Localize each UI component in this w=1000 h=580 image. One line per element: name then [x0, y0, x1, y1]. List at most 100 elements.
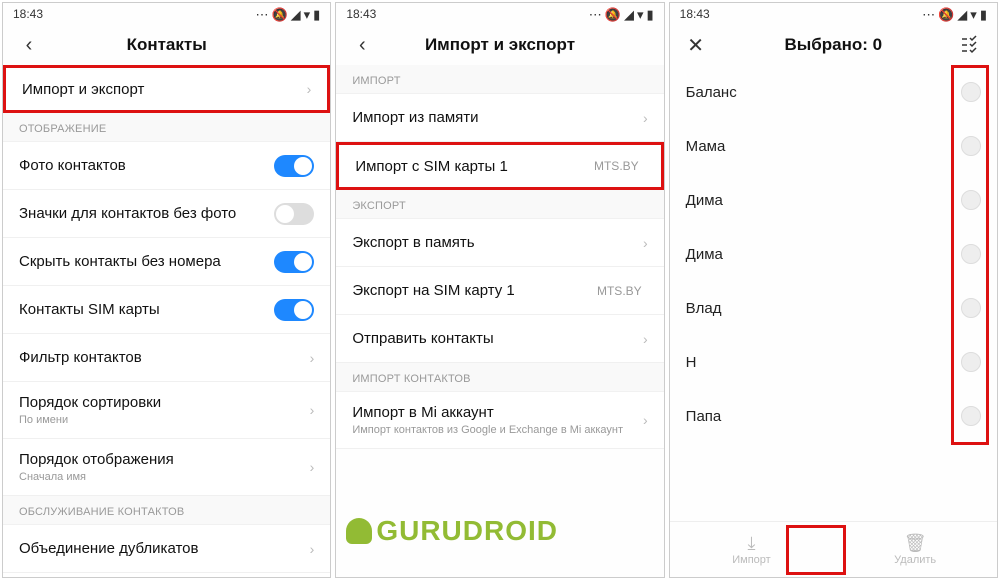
status-bar: 18:43 ⋯ 🔕 ◢ ▾ ▮	[3, 3, 330, 25]
row-contact-photos[interactable]: Фото контактов	[3, 142, 330, 190]
row-label: Значки для контактов без фото	[19, 205, 274, 222]
radio-unchecked[interactable]	[961, 136, 981, 156]
button-label: Импорт	[732, 554, 770, 566]
screen-contacts: 18:43 ⋯ 🔕 ◢ ▾ ▮ ‹ Контакты Импорт и эксп…	[2, 2, 331, 578]
row-send-contacts[interactable]: Отправить контакты ›	[336, 315, 663, 363]
contact-row[interactable]: Влад	[670, 281, 997, 335]
row-icons-nophoto[interactable]: Значки для контактов без фото	[3, 190, 330, 238]
toggle-sim[interactable]	[274, 299, 314, 321]
row-sort-order[interactable]: Порядок сортировки По имени ›	[3, 382, 330, 439]
status-bar: 18:43 ⋯ 🔕 ◢ ▾ ▮	[336, 3, 663, 25]
row-export-sim1[interactable]: Экспорт на SIM карту 1 MTS.BY	[336, 267, 663, 315]
back-button[interactable]: ‹	[15, 31, 43, 59]
contact-row[interactable]: Н	[670, 335, 997, 389]
row-sublabel: По имени	[19, 414, 310, 426]
button-label: Удалить	[894, 554, 936, 566]
row-label: Отправить контакты	[352, 330, 643, 347]
contact-row[interactable]: Дима	[670, 173, 997, 227]
row-import-export[interactable]: Импорт и экспорт ›	[3, 65, 330, 113]
import-export-list: ИМПОРТ Импорт из памяти › Импорт с SIM к…	[336, 65, 663, 577]
mute-icon: 🔕	[271, 8, 287, 21]
contact-name: Н	[686, 354, 961, 371]
row-display-order[interactable]: Порядок отображения Сначала имя ›	[3, 439, 330, 496]
page-title: Импорт и экспорт	[376, 35, 623, 55]
status-time: 18:43	[680, 7, 710, 21]
toggle-icons[interactable]	[274, 203, 314, 225]
row-right-text: MTS.BY	[594, 159, 639, 173]
contact-row[interactable]: Папа	[670, 389, 997, 443]
radio-unchecked[interactable]	[961, 406, 981, 426]
mute-icon: 🔕	[938, 8, 954, 21]
close-button[interactable]: ✕	[682, 31, 710, 59]
signal-icon: ◢	[624, 8, 634, 21]
bottom-bar: ⤓ Импорт 🗑 Удалить	[670, 521, 997, 577]
row-label: Порядок сортировки	[19, 394, 310, 411]
contact-name: Баланс	[686, 84, 961, 101]
radio-unchecked[interactable]	[961, 190, 981, 210]
signal-icon: ◢	[291, 8, 301, 21]
import-button[interactable]: ⤓ Импорт	[670, 522, 834, 577]
row-label: Экспорт в память	[352, 234, 643, 251]
contact-name: Дима	[686, 246, 961, 263]
row-label: Импорт в Mi аккаунт	[352, 404, 643, 421]
checklist-icon	[960, 34, 982, 56]
import-icon: ⤓	[748, 534, 756, 552]
screen-select-contacts: 18:43 ⋯ 🔕 ◢ ▾ ▮ ✕ Выбрано: 0 Баланс Мама…	[669, 2, 998, 578]
row-import-mi[interactable]: Импорт в Mi аккаунт Импорт контактов из …	[336, 392, 663, 449]
signal-icon: ◢	[957, 8, 967, 21]
section-display: ОТОБРАЖЕНИЕ	[3, 113, 330, 142]
chevron-right-icon: ›	[310, 350, 315, 366]
radio-unchecked[interactable]	[961, 298, 981, 318]
row-import-memory[interactable]: Импорт из памяти ›	[336, 94, 663, 142]
contact-name: Мама	[686, 138, 961, 155]
toggle-hide[interactable]	[274, 251, 314, 273]
row-label: Объединение дубликатов	[19, 540, 310, 557]
chevron-right-icon: ›	[643, 235, 648, 251]
row-group-delete[interactable]: Групповое удаление ›	[3, 573, 330, 577]
chevron-right-icon: ›	[643, 110, 648, 126]
row-filter[interactable]: Фильтр контактов ›	[3, 334, 330, 382]
row-hide-nonumber[interactable]: Скрыть контакты без номера	[3, 238, 330, 286]
contact-row[interactable]: Баланс	[670, 65, 997, 119]
status-icons: ⋯ 🔕 ◢ ▾ ▮	[255, 8, 320, 21]
page-title: Контакты	[43, 35, 290, 55]
battery-icon: ▮	[647, 8, 654, 21]
battery-icon: ▮	[980, 8, 987, 21]
chevron-right-icon: ›	[310, 402, 315, 418]
section-import-contacts: ИМПОРТ КОНТАКТОВ	[336, 363, 663, 392]
row-label: Фото контактов	[19, 157, 274, 174]
chevron-right-icon: ›	[310, 541, 315, 557]
wifi-icon: ▾	[637, 8, 644, 21]
radio-unchecked[interactable]	[961, 352, 981, 372]
radio-unchecked[interactable]	[961, 244, 981, 264]
status-icons: ⋯ 🔕 ◢ ▾ ▮	[922, 8, 987, 21]
wifi-icon: ▾	[970, 8, 977, 21]
row-label: Порядок отображения	[19, 451, 310, 468]
radio-unchecked[interactable]	[961, 82, 981, 102]
status-time: 18:43	[13, 7, 43, 21]
more-icon: ⋯	[922, 8, 935, 21]
row-label: Импорт с SIM карты 1	[355, 158, 594, 175]
mute-icon: 🔕	[605, 8, 621, 21]
chevron-right-icon: ›	[307, 81, 312, 97]
chevron-right-icon: ›	[643, 412, 648, 428]
select-all-button[interactable]	[957, 31, 985, 59]
row-label: Контакты SIM карты	[19, 301, 274, 318]
row-merge-dupes[interactable]: Объединение дубликатов ›	[3, 525, 330, 573]
selection-title: Выбрано: 0	[710, 35, 957, 55]
header: ‹ Контакты	[3, 25, 330, 65]
header: ✕ Выбрано: 0	[670, 25, 997, 65]
row-import-sim1[interactable]: Импорт с SIM карты 1 MTS.BY	[336, 142, 663, 190]
back-button[interactable]: ‹	[348, 31, 376, 59]
row-label: Скрыть контакты без номера	[19, 253, 274, 270]
toggle-photos[interactable]	[274, 155, 314, 177]
row-right-text: MTS.BY	[597, 284, 642, 298]
contact-name: Папа	[686, 408, 961, 425]
contact-row[interactable]: Мама	[670, 119, 997, 173]
delete-button[interactable]: 🗑 Удалить	[833, 522, 997, 577]
contact-row[interactable]: Дима	[670, 227, 997, 281]
row-sim-contacts[interactable]: Контакты SIM карты	[3, 286, 330, 334]
row-export-memory[interactable]: Экспорт в память ›	[336, 219, 663, 267]
section-service: ОБСЛУЖИВАНИЕ КОНТАКТОВ	[3, 496, 330, 525]
contact-name: Дима	[686, 192, 961, 209]
